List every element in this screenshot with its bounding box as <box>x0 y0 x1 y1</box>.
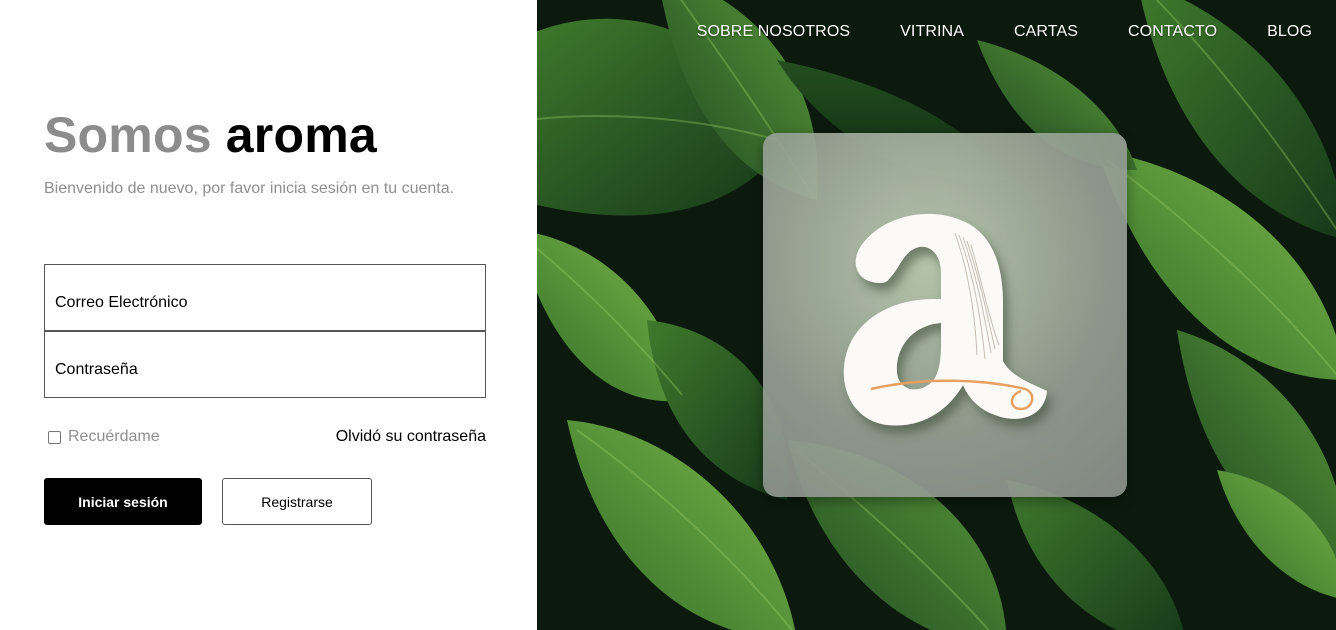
login-button[interactable]: Iniciar sesión <box>44 478 202 525</box>
hero-panel: SOBRE NOSOTROS VITRINA CARTAS CONTACTO B… <box>537 0 1336 630</box>
nav-cartas[interactable]: CARTAS <box>1014 23 1078 41</box>
remember-label: Recuérdame <box>68 428 160 445</box>
top-navigation: SOBRE NOSOTROS VITRINA CARTAS CONTACTO B… <box>697 23 1312 41</box>
password-input[interactable] <box>45 332 485 397</box>
nav-contacto[interactable]: CONTACTO <box>1128 23 1217 41</box>
title-aroma: aroma <box>225 107 377 163</box>
remember-checkbox[interactable] <box>48 430 61 444</box>
register-button[interactable]: Registrarse <box>222 478 372 525</box>
aroma-logo-icon <box>843 213 1047 426</box>
nav-sobre-nosotros[interactable]: SOBRE NOSOTROS <box>697 23 850 41</box>
email-field <box>44 264 486 331</box>
login-panel: Somos aroma Bienvenido de nuevo, por fav… <box>0 0 537 630</box>
remember-me[interactable]: Recuérdame <box>48 428 160 446</box>
forgot-password-link[interactable]: Olvidó su contraseña <box>336 428 486 446</box>
welcome-subtitle: Bienvenido de nuevo, por favor inicia se… <box>44 180 455 197</box>
title-somos: Somos <box>44 107 212 163</box>
logo-card <box>763 133 1127 497</box>
nav-vitrina[interactable]: VITRINA <box>900 23 964 41</box>
password-field <box>44 331 486 398</box>
email-input[interactable] <box>45 265 485 330</box>
page-title: Somos aroma <box>44 106 377 164</box>
nav-blog[interactable]: BLOG <box>1267 23 1312 41</box>
